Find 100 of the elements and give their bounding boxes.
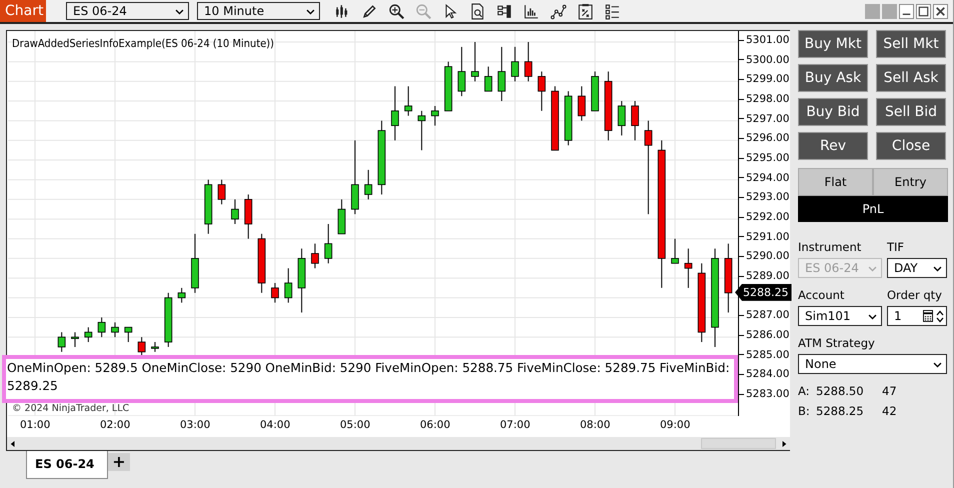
minimize-icon[interactable] — [899, 4, 914, 18]
field-label: Order qty — [887, 287, 943, 304]
price-label: 5287.00 — [739, 309, 790, 322]
list-icon[interactable] — [604, 2, 621, 20]
indicator-chart-icon[interactable] — [523, 2, 540, 20]
price-label: 5289.00 — [739, 270, 790, 282]
order-button[interactable]: Sell Mkt — [876, 30, 946, 58]
tif-dropdown[interactable]: DAY — [887, 258, 947, 278]
candle — [551, 86, 559, 151]
info-text: OneMinOpen: 5289.5 OneMinClose: 5290 OneMinBid: 5290 FiveMinOpen: 5288.75 FiveMinClose: 5289.75 FiveMinBid: 5289.25 — [7, 360, 731, 395]
candle — [151, 342, 159, 352]
candle — [604, 71, 612, 141]
candle — [564, 90, 572, 146]
order-button[interactable]: Sell Bid — [876, 98, 946, 126]
candle — [458, 46, 466, 97]
price-label: 5300.00 — [739, 54, 790, 66]
quote-price: 5288.25 — [816, 404, 865, 418]
interval-dropdown[interactable]: 10 Minute — [197, 2, 320, 20]
close-icon[interactable] — [933, 4, 948, 18]
quote-side: A: — [798, 384, 811, 398]
candle — [298, 248, 306, 314]
time-label: 04:00 — [260, 419, 290, 431]
position-status: Flat — [798, 168, 873, 196]
chart-tab[interactable]: ES 06-24 — [26, 451, 108, 479]
field-label: TIF — [887, 239, 906, 256]
document-search-icon[interactable] — [469, 2, 486, 20]
order-button[interactable]: Sell Ask — [876, 64, 946, 92]
candle — [271, 282, 279, 304]
price-label: 5292.00 — [739, 211, 790, 224]
price-label: 5294.00 — [739, 172, 790, 184]
candle — [404, 86, 412, 116]
candle — [498, 46, 506, 102]
price-label: 5299.00 — [739, 73, 790, 86]
data-box-icon[interactable] — [496, 2, 513, 20]
scroll-thumb[interactable] — [701, 438, 776, 449]
time-label: 01:00 — [20, 419, 50, 431]
candle — [124, 326, 132, 343]
candle — [684, 248, 692, 288]
field-label: ATM Strategy — [798, 335, 876, 352]
candle — [178, 287, 186, 304]
strategy-document-icon[interactable] — [577, 2, 594, 20]
candle — [484, 66, 492, 92]
candle — [204, 179, 212, 234]
field-label: Instrument — [798, 239, 862, 256]
copyright-text: © 2024 NinjaTrader, LLC — [12, 403, 130, 415]
time-label: 07:00 — [500, 419, 530, 431]
candle — [391, 86, 399, 141]
order-button[interactable]: Buy Ask — [798, 64, 868, 92]
field-label: Account — [798, 287, 846, 304]
entry-price: Entry — [873, 168, 948, 196]
line-drawing-icon[interactable] — [550, 2, 567, 20]
quantity-field[interactable]: 1 — [887, 306, 947, 326]
time-label: 05:00 — [340, 419, 370, 431]
candle — [244, 194, 252, 240]
candle — [138, 336, 146, 358]
price-label: 5284.00 — [739, 368, 790, 380]
zoom-in-icon[interactable] — [388, 2, 405, 20]
quote-price: 5288.50 — [816, 384, 865, 398]
candle — [538, 71, 546, 112]
price-label: 5301.00 — [739, 34, 790, 46]
candle — [71, 332, 79, 348]
maximize-icon[interactable] — [916, 4, 931, 18]
price-label: 5290.00 — [739, 250, 790, 262]
price-label: 5296.00 — [739, 132, 790, 144]
price-label: 5283.00 — [739, 388, 790, 400]
time-label: 06:00 — [420, 419, 450, 431]
order-button[interactable]: Rev — [798, 132, 868, 160]
order-button[interactable]: Close — [876, 132, 946, 160]
candle — [191, 233, 199, 294]
candle — [218, 179, 226, 205]
candle — [164, 292, 172, 348]
account-dropdown[interactable]: Sim101 — [798, 306, 882, 326]
quote-size: 42 — [882, 404, 898, 418]
candle — [524, 42, 532, 82]
quote-size: 47 — [882, 384, 898, 398]
candle — [471, 42, 479, 82]
pnl-display: PnL — [798, 196, 948, 222]
order-button[interactable]: Buy Bid — [798, 98, 868, 126]
candle — [231, 198, 239, 224]
candle — [84, 326, 92, 343]
add-tab-button[interactable]: + — [108, 453, 130, 471]
candle — [58, 332, 66, 352]
instrument-dropdown[interactable]: ES 06-24 — [66, 2, 189, 20]
price-label: 5295.00 — [739, 152, 790, 164]
horizontal-scrollbar[interactable] — [7, 437, 790, 450]
price-label: 5286.00 — [739, 329, 790, 342]
calculator-icon[interactable] — [923, 310, 933, 322]
candle — [671, 238, 679, 264]
spinner-arrows-icon[interactable] — [936, 310, 944, 322]
candle — [724, 243, 732, 314]
candle — [258, 233, 266, 294]
price-label: 5298.00 — [739, 93, 790, 106]
candle — [364, 169, 372, 200]
price-label: 5285.00 — [739, 348, 790, 361]
atm-strategy-dropdown[interactable]: None — [798, 354, 947, 374]
candle — [578, 86, 586, 122]
pencil-icon[interactable] — [361, 2, 378, 20]
quote-side: B: — [798, 404, 811, 418]
order-button[interactable]: Buy Mkt — [798, 30, 868, 58]
candle — [631, 100, 639, 141]
